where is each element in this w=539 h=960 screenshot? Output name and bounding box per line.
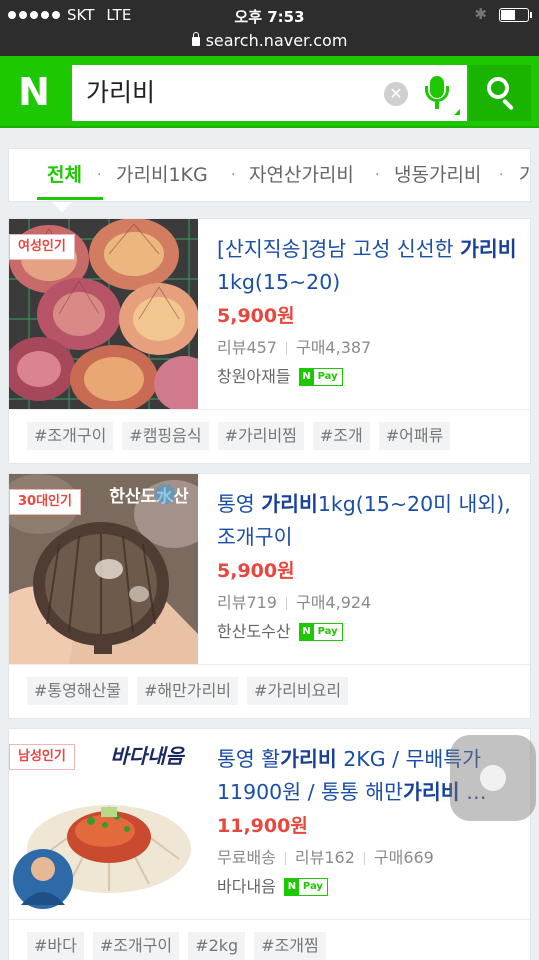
seller-name[interactable]: 바다내음 bbox=[217, 876, 276, 898]
review-count: 리뷰719 bbox=[217, 593, 277, 612]
tab-wild-scallop[interactable]: 자연산가리비 bbox=[249, 149, 354, 201]
tag-list: #조개구이 #캠핑음식 #가리비찜 #조개 #어패류 bbox=[9, 409, 530, 465]
seller-row: 창원아재들 N Pay bbox=[217, 366, 517, 388]
assistive-touch-button[interactable] bbox=[450, 735, 536, 821]
tag-chip[interactable]: #바다 bbox=[27, 932, 84, 960]
tab-separator: · bbox=[499, 167, 504, 183]
purchase-count: 구매4,387 bbox=[295, 338, 372, 357]
product-title-link[interactable]: 통영 가리비1kg(15~20미 내외),조개구이 bbox=[217, 488, 517, 554]
product-title-link[interactable]: [산지직송]경남 고성 신선한 가리비 1kg(15~20) bbox=[217, 233, 517, 299]
tag-chip[interactable]: #조개구이 bbox=[92, 932, 180, 960]
product-price: 5,900원 bbox=[217, 560, 295, 582]
tag-chip[interactable]: #조개 bbox=[312, 422, 370, 450]
product-card[interactable]: 여성인기 [산지직송]경남 고성 신선한 가리비 1kg(15~20) 5,90… bbox=[8, 218, 531, 464]
free-shipping: 무료배송 bbox=[217, 848, 276, 867]
purchase-count: 구매4,924 bbox=[295, 593, 372, 612]
product-meta: 리뷰457 구매4,387 bbox=[217, 337, 517, 359]
active-tab-indicator bbox=[37, 197, 103, 200]
seller-row: 바다내음 N Pay bbox=[217, 876, 517, 898]
purchase-count: 구매669 bbox=[373, 848, 434, 867]
bluetooth-icon: ✱ bbox=[474, 5, 487, 23]
category-tabs: 전체 · 가리비1KG · 자연산가리비 · 냉동가리비 · 가 bbox=[8, 148, 531, 202]
product-card[interactable]: 한산도水산 30대인기 통영 가리비1kg(15~20미 내외),조개구이 5,… bbox=[8, 473, 531, 719]
mic-icon[interactable] bbox=[423, 76, 451, 110]
tab-all[interactable]: 전체 bbox=[47, 149, 82, 201]
popularity-badge: 남성인기 bbox=[9, 744, 75, 770]
npay-icon: N Pay bbox=[298, 368, 343, 386]
search-header: N 가리비 ✕ bbox=[0, 56, 539, 128]
npay-icon: N Pay bbox=[298, 623, 343, 641]
search-input[interactable]: 가리비 bbox=[86, 65, 155, 121]
review-count: 리뷰162 bbox=[294, 848, 355, 867]
tab-frozen-scallop[interactable]: 냉동가리비 bbox=[394, 149, 481, 201]
tag-list: #바다 #조개구이 #2kg #조개찜 bbox=[9, 919, 530, 960]
tag-chip[interactable]: #통영해산물 bbox=[27, 677, 129, 705]
tag-chip[interactable]: #가리비찜 bbox=[217, 422, 304, 450]
svg-text:한산도水산: 한산도水산 bbox=[109, 486, 189, 507]
review-count: 리뷰457 bbox=[217, 338, 277, 357]
seller-name[interactable]: 한산도수산 bbox=[217, 621, 291, 643]
product-price: 5,900원 bbox=[217, 305, 295, 327]
tab-separator: · bbox=[97, 167, 102, 183]
tag-list: #통영해산물 #해만가리비 #가리비요리 bbox=[9, 664, 530, 720]
tab-scallop-1kg[interactable]: 가리비1KG bbox=[116, 149, 208, 201]
seller-row: 한산도수산 N Pay bbox=[217, 621, 517, 643]
popularity-badge: 30대인기 bbox=[9, 489, 81, 515]
tag-chip[interactable]: #해만가리비 bbox=[137, 677, 239, 705]
address-bar[interactable]: search.naver.com bbox=[0, 30, 539, 56]
tab-separator: · bbox=[231, 167, 236, 183]
product-meta: 리뷰719 구매4,924 bbox=[217, 592, 517, 614]
tag-chip[interactable]: #조개구이 bbox=[27, 422, 114, 450]
product-meta: 무료배송 리뷰162 구매669 bbox=[217, 847, 517, 869]
url-text: search.naver.com bbox=[205, 31, 348, 50]
tag-chip[interactable]: #어패류 bbox=[378, 422, 451, 450]
tag-chip[interactable]: #조개찜 bbox=[254, 932, 326, 960]
popularity-badge: 여성인기 bbox=[9, 234, 75, 260]
naver-logo[interactable]: N bbox=[12, 70, 56, 114]
search-icon bbox=[487, 77, 509, 99]
lock-icon bbox=[191, 32, 200, 46]
svg-text:바다내음: 바다내음 bbox=[110, 744, 185, 768]
clock: 오후 7:53 bbox=[234, 8, 305, 26]
mic-options-icon[interactable] bbox=[454, 109, 460, 115]
seller-name[interactable]: 창원아재들 bbox=[217, 366, 291, 388]
clear-icon[interactable]: ✕ bbox=[384, 82, 408, 106]
tab-more[interactable]: 가 bbox=[519, 149, 530, 201]
search-box[interactable]: 가리비 ✕ bbox=[72, 65, 467, 121]
status-bar: SKT LTE 오후 7:53 ✱ bbox=[0, 0, 539, 30]
tag-chip[interactable]: #캠핑음식 bbox=[122, 422, 209, 450]
search-button[interactable] bbox=[469, 65, 531, 121]
tag-chip[interactable]: #2kg bbox=[188, 932, 246, 960]
npay-icon: N Pay bbox=[283, 878, 328, 896]
tab-pointer bbox=[52, 202, 72, 212]
tab-separator: · bbox=[375, 167, 380, 183]
battery-icon bbox=[499, 8, 532, 22]
tag-chip[interactable]: #가리비요리 bbox=[247, 677, 349, 705]
